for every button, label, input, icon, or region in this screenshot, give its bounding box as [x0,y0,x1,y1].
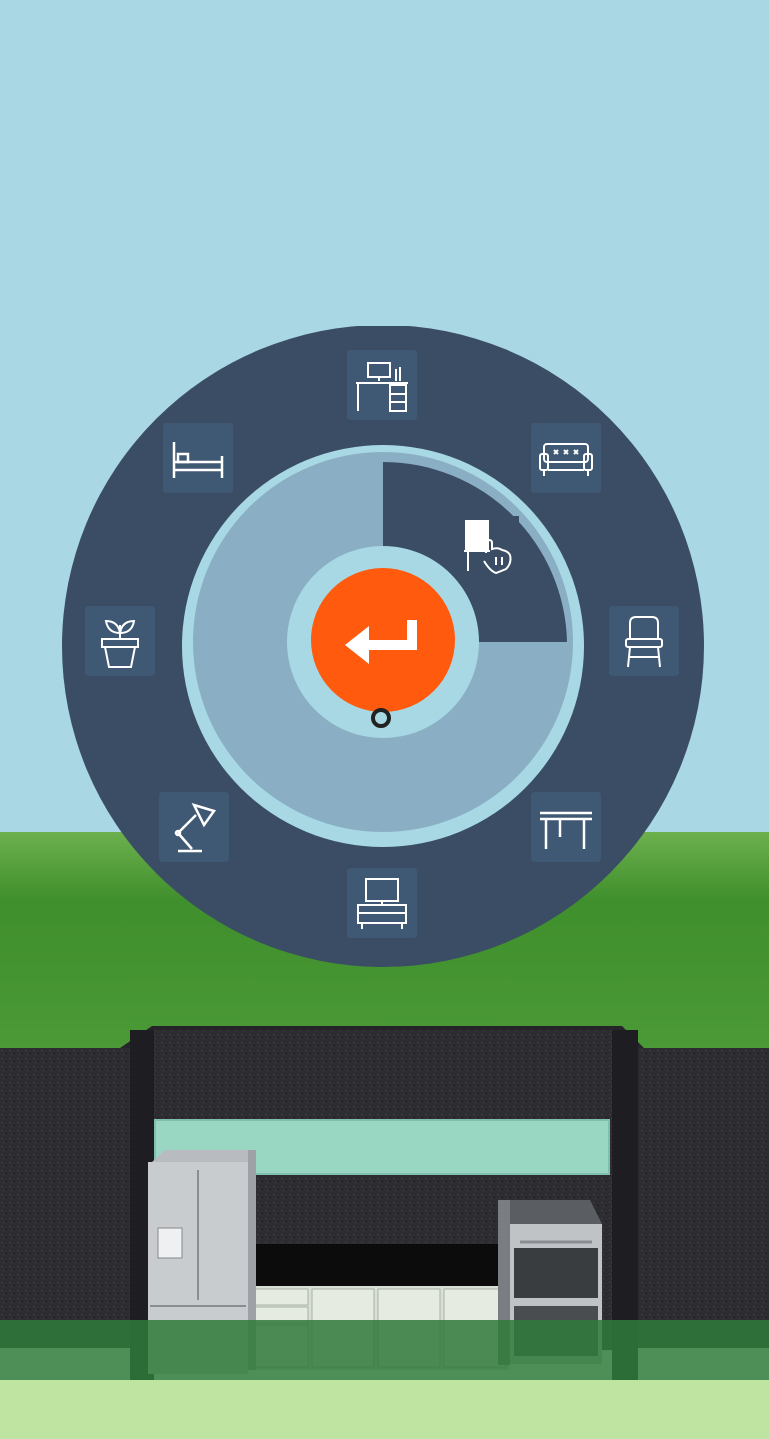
floor-shadow [0,1320,769,1384]
return-arrow-icon [345,620,417,664]
plant-item[interactable] [85,606,155,676]
tv-stand-icon [357,878,407,929]
right-wall [636,1048,769,1348]
chair-tap-icon [464,520,512,575]
left-wall [0,1048,135,1348]
sofa-icon [539,443,593,476]
cursor-indicator [371,708,391,728]
desk-item[interactable] [347,350,417,420]
bed-icon [172,442,224,478]
plant-icon [101,619,139,668]
sofa-item[interactable] [531,423,601,493]
chair-item[interactable] [609,606,679,676]
countertop [243,1244,509,1286]
floor [0,1380,769,1439]
table-icon [540,811,592,849]
bed-item[interactable] [163,423,233,493]
radial-menu [61,326,705,970]
lamp-item[interactable] [159,792,229,862]
table-item[interactable] [531,792,601,862]
tv-stand-item[interactable] [347,868,417,938]
selected-item[interactable] [457,516,519,578]
lamp-icon [174,802,217,853]
desk-icon [356,362,408,412]
chair-icon [625,616,663,668]
confirm-button[interactable] [311,568,455,712]
